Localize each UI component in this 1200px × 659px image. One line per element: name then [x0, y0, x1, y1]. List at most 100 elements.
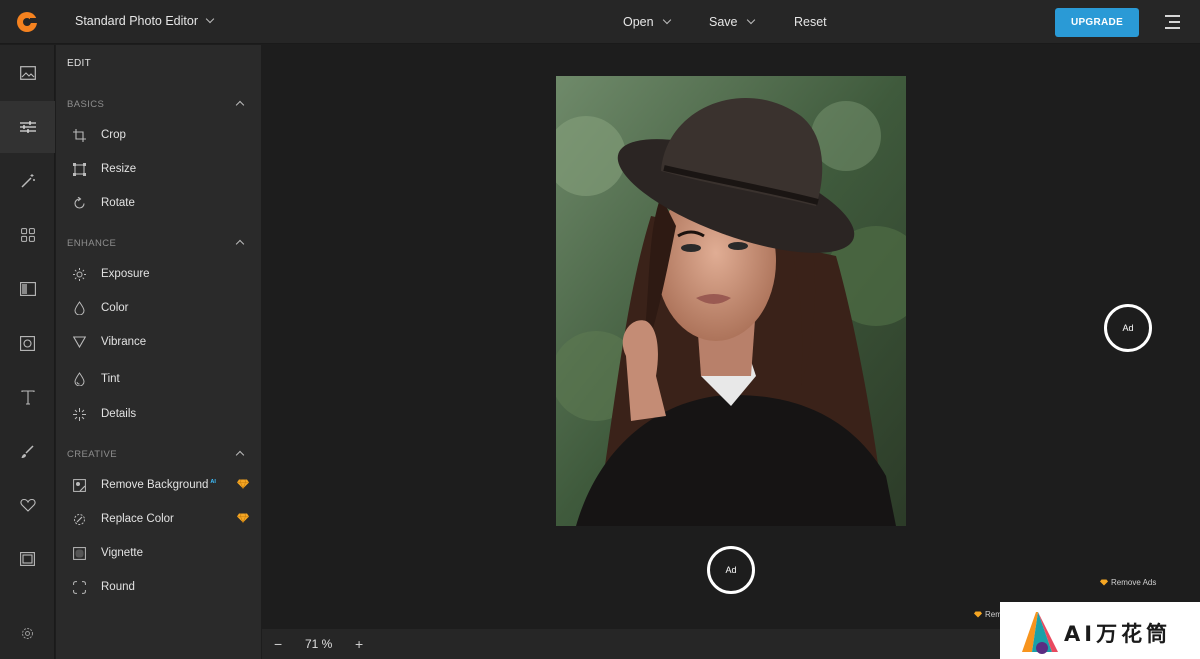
rail-adjust-button[interactable]	[0, 101, 55, 153]
drop-icon	[71, 300, 87, 316]
heart-icon	[19, 498, 36, 512]
text-icon	[20, 389, 35, 405]
tool-tint[interactable]: Tint	[71, 368, 251, 390]
tool-label: Tint	[101, 373, 120, 385]
remove-bg-icon	[71, 477, 87, 493]
save-label: Save	[709, 15, 738, 29]
rail-borders-button[interactable]	[0, 533, 55, 585]
tool-label: Remove Background	[101, 479, 209, 491]
triangle-icon	[71, 334, 87, 350]
tool-label: Crop	[101, 129, 126, 141]
editor-mode-label: Standard Photo Editor	[75, 14, 198, 28]
premium-gem-icon	[974, 611, 982, 618]
crop-icon	[71, 127, 87, 143]
zoom-in-button[interactable]: +	[355, 636, 363, 652]
tool-category-rail	[0, 45, 55, 659]
sun-icon	[71, 266, 87, 282]
tool-label: Exposure	[101, 268, 150, 280]
settings-icon	[22, 627, 33, 639]
section-enhance-header[interactable]: ENHANCE	[67, 238, 116, 249]
tool-crop[interactable]: Crop	[71, 124, 251, 146]
replace-color-icon	[71, 511, 87, 527]
tool-label: Resize	[101, 163, 137, 175]
watermark-logo-icon	[1022, 612, 1058, 654]
save-menu[interactable]: Save	[709, 15, 755, 29]
premium-gem-icon	[237, 479, 249, 489]
watermark: AI万花筒	[1000, 602, 1200, 659]
remove-ads-label: Remove Ads	[1111, 578, 1157, 587]
rail-layout-button[interactable]	[0, 263, 55, 315]
chevron-down-icon	[662, 15, 671, 25]
zoom-out-button[interactable]: −	[274, 636, 282, 652]
tool-round[interactable]: Round	[71, 576, 251, 598]
tool-label: Details	[101, 408, 137, 420]
section-creative-header[interactable]: CREATIVE	[67, 449, 117, 460]
rail-effects-button[interactable]	[0, 155, 55, 207]
tool-remove-background[interactable]: Remove Background AI	[71, 474, 251, 496]
editor-mode-dropdown[interactable]: Standard Photo Editor	[75, 14, 215, 28]
collapse-basics-icon[interactable]	[235, 100, 245, 110]
edit-panel: EDIT BASICS Crop Resize Rotate ENHANCE E…	[56, 45, 261, 659]
hamburger-menu-icon[interactable]	[1165, 14, 1180, 29]
collapse-creative-icon[interactable]	[235, 450, 245, 460]
sparkle-icon	[71, 406, 87, 422]
ad-side-circle[interactable]: Ad	[1104, 304, 1152, 352]
tool-vibrance[interactable]: Vibrance	[71, 331, 251, 353]
top-bar: Standard Photo Editor Open Save Reset UP…	[0, 0, 1200, 44]
tool-vignette[interactable]: Vignette	[71, 542, 251, 564]
rail-stickers-button[interactable]	[0, 479, 55, 531]
section-basics-header[interactable]: BASICS	[67, 99, 104, 110]
tint-icon	[71, 371, 87, 387]
tool-replace-color[interactable]: Replace Color	[71, 508, 251, 530]
tool-label: Replace Color	[101, 513, 174, 525]
tool-label: Color	[101, 302, 129, 314]
rail-settings-button[interactable]	[0, 607, 55, 659]
sliders-icon	[19, 121, 36, 133]
round-icon	[71, 579, 87, 595]
tool-label: Rotate	[101, 197, 135, 209]
premium-gem-icon	[1100, 579, 1108, 586]
remove-ads-link[interactable]: Remove Ads	[1100, 578, 1156, 587]
open-menu[interactable]: Open	[623, 15, 671, 29]
remove-ads-link-secondary[interactable]: Rem	[974, 610, 1002, 619]
grid-icon	[20, 228, 35, 242]
photo-editor-app: Standard Photo Editor Open Save Reset UP…	[0, 0, 1200, 659]
rail-text-button[interactable]	[0, 371, 55, 423]
panel-title: EDIT	[67, 58, 91, 69]
zoom-level: 71 %	[305, 637, 333, 651]
chevron-down-icon	[746, 15, 755, 25]
rail-frames-button[interactable]	[0, 317, 55, 369]
watermark-text: AI万花筒	[1064, 622, 1172, 646]
resize-icon	[71, 161, 87, 177]
frame-icon	[20, 335, 35, 351]
layout-icon	[19, 282, 36, 296]
image-icon	[19, 66, 36, 80]
border-icon	[20, 552, 35, 566]
tool-color[interactable]: Color	[71, 297, 251, 319]
rail-collage-button[interactable]	[0, 209, 55, 261]
open-label: Open	[623, 15, 654, 29]
rotate-icon	[71, 195, 87, 211]
tool-resize[interactable]: Resize	[71, 158, 251, 180]
tool-label: Round	[101, 581, 135, 593]
chevron-down-icon	[205, 14, 215, 24]
rail-image-button[interactable]	[0, 47, 55, 99]
vignette-icon	[71, 545, 87, 561]
collapse-enhance-icon[interactable]	[235, 239, 245, 249]
ai-badge: AI	[210, 479, 216, 486]
tool-label-wrap: Remove Background AI	[101, 479, 216, 491]
upgrade-button[interactable]: UPGRADE	[1055, 8, 1139, 37]
brush-icon	[21, 444, 34, 458]
tool-label: Vignette	[101, 547, 143, 559]
ad-bottom-circle[interactable]: Ad	[707, 546, 755, 594]
magic-wand-icon	[20, 174, 35, 188]
reset-label: Reset	[794, 15, 827, 29]
tool-label: Vibrance	[101, 336, 147, 348]
premium-gem-icon	[237, 513, 249, 523]
tool-exposure[interactable]: Exposure	[71, 263, 251, 285]
rail-draw-button[interactable]	[0, 425, 55, 477]
tool-rotate[interactable]: Rotate	[71, 192, 251, 214]
tool-details[interactable]: Details	[71, 403, 251, 425]
edited-photo[interactable]	[556, 76, 906, 526]
reset-button[interactable]: Reset	[794, 15, 827, 29]
